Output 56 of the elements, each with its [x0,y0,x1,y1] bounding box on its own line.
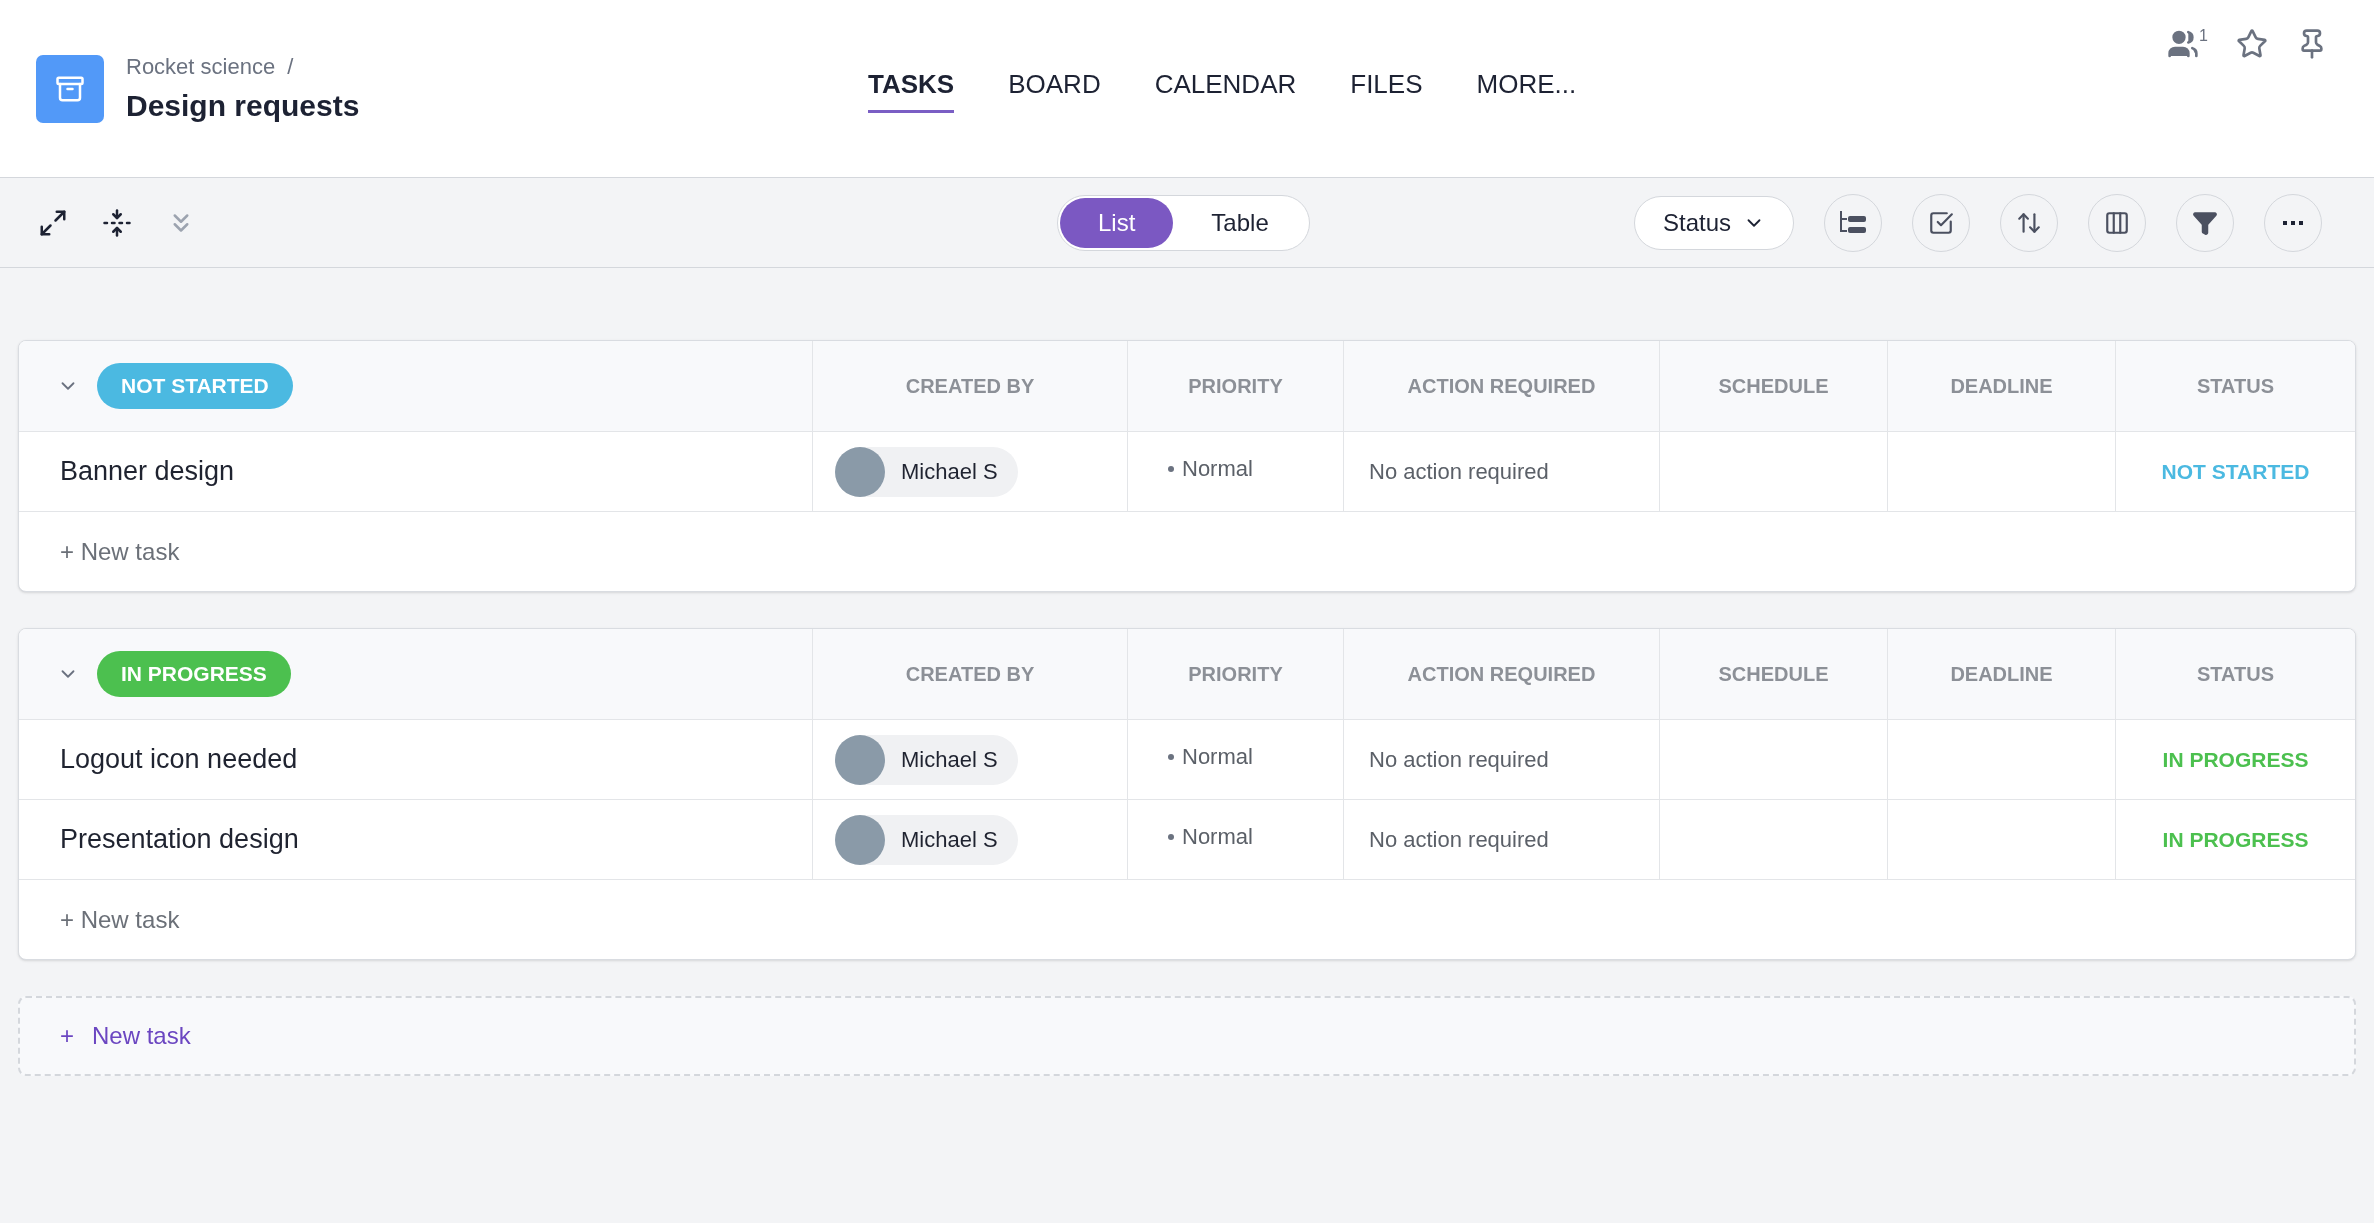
new-task-area[interactable]: + New task [18,996,2356,1076]
priority-text: Normal [1182,823,1253,851]
column-header: ACTION REQUIRED [1343,341,1659,431]
plus-sign: + [60,1021,74,1051]
column-header: ACTION REQUIRED [1343,629,1659,719]
column-header: PRIORITY [1127,629,1343,719]
more-icon [2283,220,2303,225]
action-required-text: No action required [1369,746,1549,774]
task-name[interactable]: Banner design [60,451,235,492]
new-task-label: New task [92,1021,191,1051]
user-chip: Michael S [835,446,1018,497]
column-header: DEADLINE [1887,341,2115,431]
status-text: IN PROGRESS [2162,826,2309,853]
star-icon[interactable] [2236,28,2268,60]
priority-text: Normal [1182,743,1253,771]
breadcrumb-separator: / [287,52,294,81]
action-required-text: No action required [1369,826,1549,854]
column-header: SCHEDULE [1659,341,1887,431]
column-header: SCHEDULE [1659,629,1887,719]
group-by-dropdown[interactable]: Status [1633,195,1794,250]
view-toggle-option[interactable]: Table [1173,197,1307,248]
checkbox-icon [1928,209,1954,236]
nav-tab[interactable]: CALENDAR [1154,64,1297,113]
columns-icon [2104,209,2130,236]
status-text: NOT STARTED [2161,458,2310,485]
project-title: Design requests [126,87,360,124]
column-header: STATUS [2115,341,2355,431]
column-header: STATUS [2115,629,2355,719]
new-task-link[interactable]: + New task [60,533,180,570]
group-status-badge: NOT STARTED [97,363,293,409]
breadcrumb-link[interactable]: Rocket science [126,49,276,83]
hierarchy-icon [1839,210,1867,235]
group-status-badge: IN PROGRESS [97,651,291,697]
column-header: CREATED BY [812,629,1127,719]
column-header: PRIORITY [1127,341,1343,431]
priority-text: Normal [1182,455,1253,483]
user-chip: Michael S [835,734,1018,785]
nav-tab[interactable]: BOARD [1008,64,1101,113]
view-toggle-option[interactable]: List [1060,197,1174,248]
filter-icon [2192,209,2218,236]
column-header: DEADLINE [1887,629,2115,719]
expand-icon[interactable] [38,207,68,238]
project-logo-icon [36,54,104,123]
task-name[interactable]: Presentation design [60,819,299,860]
new-task-link[interactable]: + New task [60,901,180,938]
members-count: 1 [2199,26,2208,46]
action-required-text: No action required [1369,458,1549,486]
members-icon[interactable] [2167,28,2200,60]
nav-tab[interactable]: TASKS [868,64,955,113]
collapse-rows-icon[interactable] [102,207,132,238]
nav-tab[interactable]: FILES [1350,64,1423,113]
task-name[interactable]: Logout icon needed [60,739,298,780]
nav-tab[interactable]: MORE... [1476,64,1577,113]
status-text: IN PROGRESS [2162,746,2309,773]
user-chip: Michael S [835,814,1018,865]
column-header: CREATED BY [812,341,1127,431]
